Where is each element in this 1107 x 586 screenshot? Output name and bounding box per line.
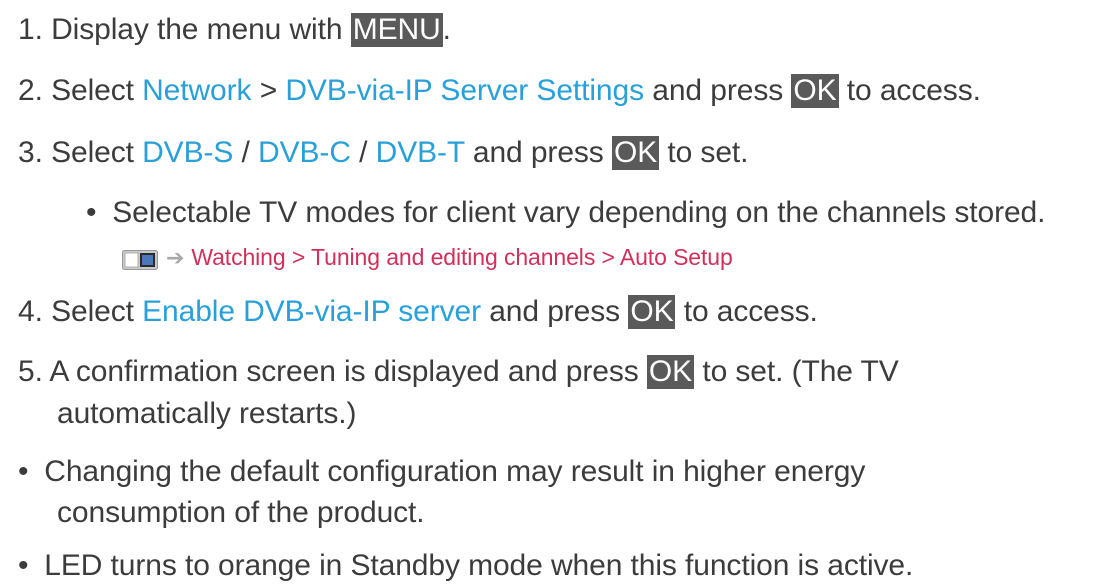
step-number: 1. <box>18 13 43 46</box>
ok-key: OK <box>791 74 839 108</box>
tv-guide-book-icon <box>122 247 158 270</box>
step-1: 1. Display the menu with MENU. <box>18 10 451 50</box>
bullet: • <box>86 196 97 229</box>
step-text: Select <box>51 295 134 328</box>
step-number: 3. <box>18 136 43 169</box>
right-arrow-icon: ➔ <box>166 245 185 270</box>
note-1-continuation: consumption of the product. <box>57 496 425 529</box>
note-1: • Changing the default configuration may… <box>18 452 865 492</box>
network-link[interactable]: Network <box>142 74 251 107</box>
note-2: • LED turns to orange in Standby mode wh… <box>18 546 913 586</box>
step-3-note: • Selectable TV modes for client vary de… <box>86 193 1045 233</box>
step-number: 2. <box>18 74 43 107</box>
step-text: Select <box>51 136 134 169</box>
bullet: • <box>18 455 29 488</box>
step-5: 5. A confirmation screen is displayed an… <box>18 352 899 392</box>
dvb-t-link[interactable]: DVB-T <box>376 136 465 169</box>
step-text: Display the menu with <box>51 13 343 46</box>
step-5-continuation: automatically restarts.) <box>57 397 357 430</box>
step-text: A confirmation screen is displayed and p… <box>49 355 639 388</box>
instructions-page: 1. Display the menu with MENU. 2. Select… <box>0 0 1107 582</box>
step-4: 4. Select Enable DVB-via-IP server and p… <box>18 292 818 332</box>
step-3-reference: ➔ Watching > Tuning and editing channels … <box>122 242 733 273</box>
note-text: Selectable TV modes for client vary depe… <box>112 196 1046 229</box>
step-number: 4. <box>18 295 43 328</box>
note-text: LED turns to orange in Standby mode when… <box>44 549 914 582</box>
bullet: • <box>18 549 29 582</box>
step-3: 3. Select DVB-S / DVB-C / DVB-T and pres… <box>18 133 748 173</box>
note-text: Changing the default configuration may r… <box>44 455 866 488</box>
dvb-via-ip-server-settings-link[interactable]: DVB-via-IP Server Settings <box>285 74 644 107</box>
path-separator: > <box>259 74 278 107</box>
step-text: Select <box>51 74 134 107</box>
step-2: 2. Select Network > DVB-via-IP Server Se… <box>18 71 981 111</box>
enable-dvb-via-ip-server-link[interactable]: Enable DVB-via-IP server <box>142 295 481 328</box>
ok-key: OK <box>646 355 695 389</box>
auto-setup-reference-link[interactable]: Watching > Tuning and editing channels >… <box>191 244 732 270</box>
dvb-s-link[interactable]: DVB-S <box>142 136 233 169</box>
ok-key: OK <box>628 295 676 329</box>
menu-key: MENU <box>350 13 443 47</box>
step-number: 5. <box>18 355 43 388</box>
ok-key: OK <box>611 136 660 170</box>
dvb-c-link[interactable]: DVB-C <box>258 136 351 169</box>
